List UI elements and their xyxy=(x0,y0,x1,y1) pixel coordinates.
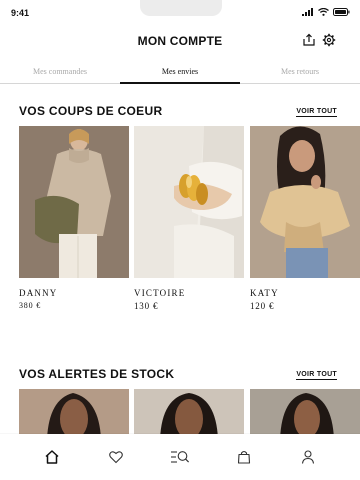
stock-alerts-see-all-link[interactable]: VOIR TOUT xyxy=(296,371,337,380)
product-image xyxy=(134,126,244,278)
nav-account[interactable] xyxy=(293,442,323,472)
shopping-bag-icon xyxy=(237,450,251,464)
share-button[interactable] xyxy=(302,33,316,47)
product-price: 120 € xyxy=(250,301,275,311)
tab-wishlist[interactable]: Mes envies xyxy=(120,58,240,84)
stock-alerts-title: VOS ALERTES DE STOCK xyxy=(19,367,175,381)
user-icon xyxy=(301,450,315,464)
tab-orders[interactable]: Mes commandes xyxy=(0,58,120,83)
tab-returns[interactable]: Mes retours xyxy=(240,58,360,83)
product-price: 130 € xyxy=(134,301,159,311)
header: MON COMPTE xyxy=(0,26,360,58)
wifi-icon xyxy=(318,8,329,16)
search-icon xyxy=(171,451,190,463)
status-bar: 9:41 xyxy=(0,0,360,26)
share-icon xyxy=(303,33,315,46)
favorites-see-all-link[interactable]: VOIR TOUT xyxy=(296,108,337,117)
signal-icon xyxy=(302,8,313,16)
gear-icon xyxy=(322,33,336,47)
home-icon xyxy=(45,450,59,464)
battery-icon xyxy=(333,8,350,16)
bottom-navigation xyxy=(0,434,360,480)
settings-button[interactable] xyxy=(322,33,336,47)
account-tabs: Mes commandes Mes envies Mes retours xyxy=(0,58,360,84)
nav-search[interactable] xyxy=(165,442,195,472)
product-image xyxy=(250,126,360,278)
product-name: VICTOIRE xyxy=(134,288,186,298)
heart-icon xyxy=(109,451,123,464)
stock-alert-image-3[interactable] xyxy=(250,389,360,439)
nav-wishlist[interactable] xyxy=(101,442,131,472)
product-card-danny[interactable]: DANNY 380 € xyxy=(19,126,129,310)
notch xyxy=(140,0,222,16)
product-name: KATY xyxy=(250,288,279,298)
nav-bag[interactable] xyxy=(229,442,259,472)
stock-alert-image-1[interactable] xyxy=(19,389,129,439)
nav-home[interactable] xyxy=(37,442,67,472)
status-time: 9:41 xyxy=(11,8,30,18)
product-price: 380 € xyxy=(19,301,41,310)
product-name: DANNY xyxy=(19,288,58,298)
status-icons xyxy=(302,8,350,16)
product-card-victoire[interactable]: VICTOIRE 130 € xyxy=(134,126,244,311)
product-image xyxy=(19,126,129,278)
stock-alert-image-2[interactable] xyxy=(134,389,244,439)
product-card-katy[interactable]: KATY 120 € xyxy=(250,126,360,311)
favorites-title: VOS COUPS DE COEUR xyxy=(19,104,163,118)
